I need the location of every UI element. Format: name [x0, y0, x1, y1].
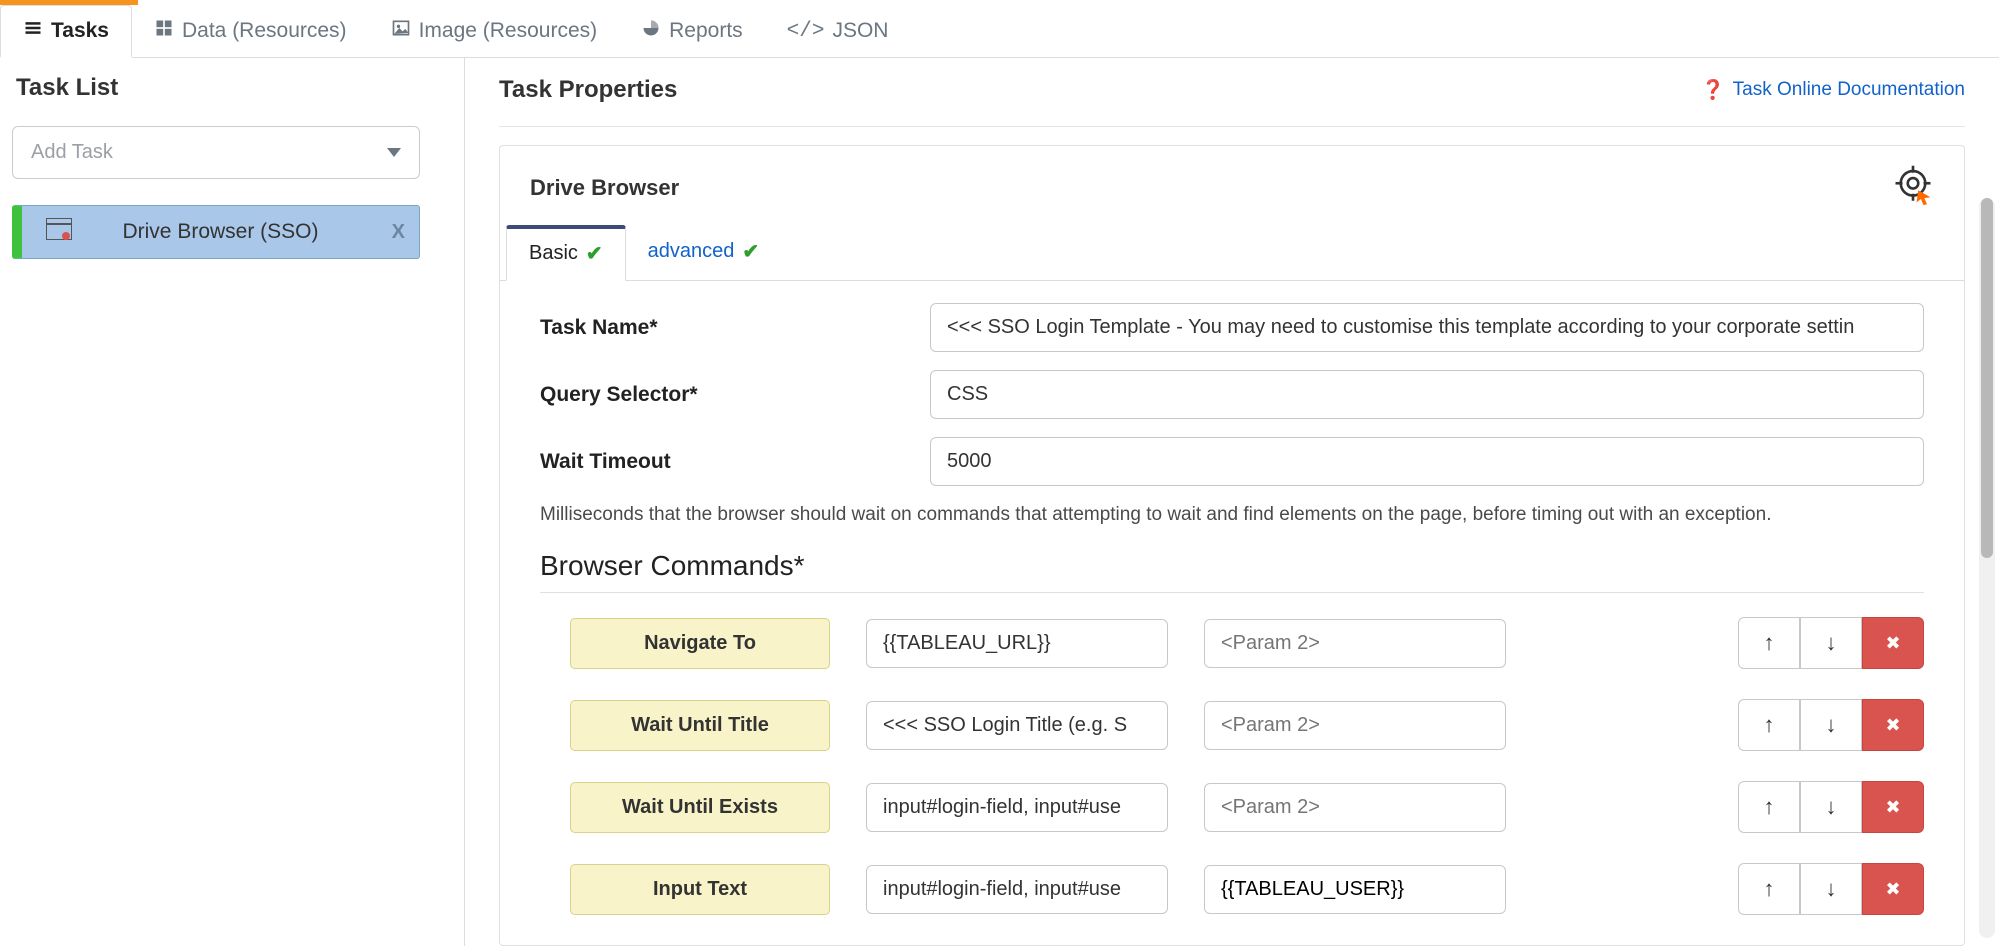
command-param1-input[interactable] — [866, 865, 1168, 914]
move-up-button[interactable] — [1738, 617, 1800, 669]
list-icon — [23, 18, 43, 44]
command-row: Wait Until Exists — [570, 781, 1924, 833]
pie-icon — [641, 18, 661, 44]
tab-image-resources[interactable]: Image (Resources) — [369, 5, 620, 57]
delete-row-button[interactable] — [1862, 617, 1924, 669]
move-down-button[interactable] — [1800, 863, 1862, 915]
sub-tab-basic[interactable]: Basic ✔ — [506, 225, 626, 281]
help-icon: ❓ — [1701, 78, 1725, 102]
tab-label: JSON — [832, 19, 888, 43]
tab-json[interactable]: </> JSON — [765, 5, 911, 57]
command-action-select[interactable]: Input Text — [570, 864, 830, 915]
scrollbar-thumb[interactable] — [1981, 198, 1993, 558]
browser-icon — [46, 218, 72, 246]
command-row: Navigate To — [570, 617, 1924, 669]
add-task-dropdown[interactable]: Add Task — [12, 126, 420, 179]
command-param1-input[interactable] — [866, 783, 1168, 832]
delete-row-button[interactable] — [1862, 863, 1924, 915]
tab-label: Reports — [669, 19, 743, 43]
command-param2-input[interactable] — [1204, 783, 1506, 832]
query-selector-input[interactable] — [930, 370, 1924, 419]
remove-task-button[interactable]: X — [392, 221, 405, 244]
tab-tasks[interactable]: Tasks — [0, 5, 132, 58]
task-list-item[interactable]: Drive Browser (SSO) X — [12, 205, 420, 259]
panel-title: Drive Browser — [530, 175, 679, 201]
wait-timeout-input[interactable] — [930, 437, 1924, 486]
image-icon — [391, 18, 411, 44]
sidebar: Task List Add Task Drive Browser (SSO) X — [0, 58, 465, 946]
sub-tab-advanced[interactable]: advanced ✔ — [626, 225, 782, 280]
move-down-button[interactable] — [1800, 617, 1862, 669]
check-icon: ✔ — [742, 239, 759, 264]
command-param1-input[interactable] — [866, 701, 1168, 750]
documentation-link-label: Task Online Documentation — [1733, 79, 1965, 101]
tab-label: Image (Resources) — [419, 19, 598, 43]
task-properties-heading: Task Properties — [499, 76, 677, 104]
command-param2-input[interactable] — [1204, 701, 1506, 750]
command-action-select[interactable]: Wait Until Title — [570, 700, 830, 751]
command-param2-input[interactable] — [1204, 619, 1506, 668]
move-down-button[interactable] — [1800, 781, 1862, 833]
documentation-link[interactable]: ❓ Task Online Documentation — [1701, 78, 1965, 102]
command-action-select[interactable]: Wait Until Exists — [570, 782, 830, 833]
code-icon: </> — [787, 20, 825, 43]
delete-row-button[interactable] — [1862, 699, 1924, 751]
query-selector-label: Query Selector* — [540, 383, 930, 407]
grid-icon — [154, 18, 174, 44]
command-action-select[interactable]: Navigate To — [570, 618, 830, 669]
check-icon: ✔ — [586, 241, 603, 266]
move-up-button[interactable] — [1738, 863, 1800, 915]
wait-timeout-label: Wait Timeout — [540, 450, 930, 474]
sub-tab-label: advanced — [648, 240, 735, 263]
tab-data-resources[interactable]: Data (Resources) — [132, 5, 369, 57]
move-up-button[interactable] — [1738, 699, 1800, 751]
command-param2-input[interactable] — [1204, 865, 1506, 914]
task-list-heading: Task List — [12, 74, 452, 102]
command-param1-input[interactable] — [866, 619, 1168, 668]
task-properties-panel: Drive Browser Basic ✔ — [499, 145, 1965, 946]
add-task-placeholder: Add Task — [31, 141, 113, 164]
delete-row-button[interactable] — [1862, 781, 1924, 833]
content-area: Task Properties ❓ Task Online Documentat… — [465, 58, 1999, 946]
sub-tab-label: Basic — [529, 242, 578, 265]
main-tabs: Tasks Data (Resources) Image (Resources)… — [0, 5, 1999, 58]
move-down-button[interactable] — [1800, 699, 1862, 751]
tab-label: Data (Resources) — [182, 19, 347, 43]
task-name-input[interactable] — [930, 303, 1924, 352]
browser-commands-heading: Browser Commands* — [540, 550, 1924, 593]
chevron-down-icon — [387, 148, 401, 157]
command-row: Input Text — [570, 863, 1924, 915]
command-row: Wait Until Title — [570, 699, 1924, 751]
task-item-label: Drive Browser (SSO) — [122, 220, 318, 244]
scrollbar[interactable] — [1979, 198, 1995, 938]
target-picker-icon[interactable] — [1892, 164, 1934, 211]
tab-label: Tasks — [51, 19, 109, 43]
tab-reports[interactable]: Reports — [619, 5, 765, 57]
wait-timeout-help: Milliseconds that the browser should wai… — [540, 504, 1924, 526]
task-name-label: Task Name* — [540, 316, 930, 340]
property-sub-tabs: Basic ✔ advanced ✔ — [500, 225, 1964, 281]
move-up-button[interactable] — [1738, 781, 1800, 833]
